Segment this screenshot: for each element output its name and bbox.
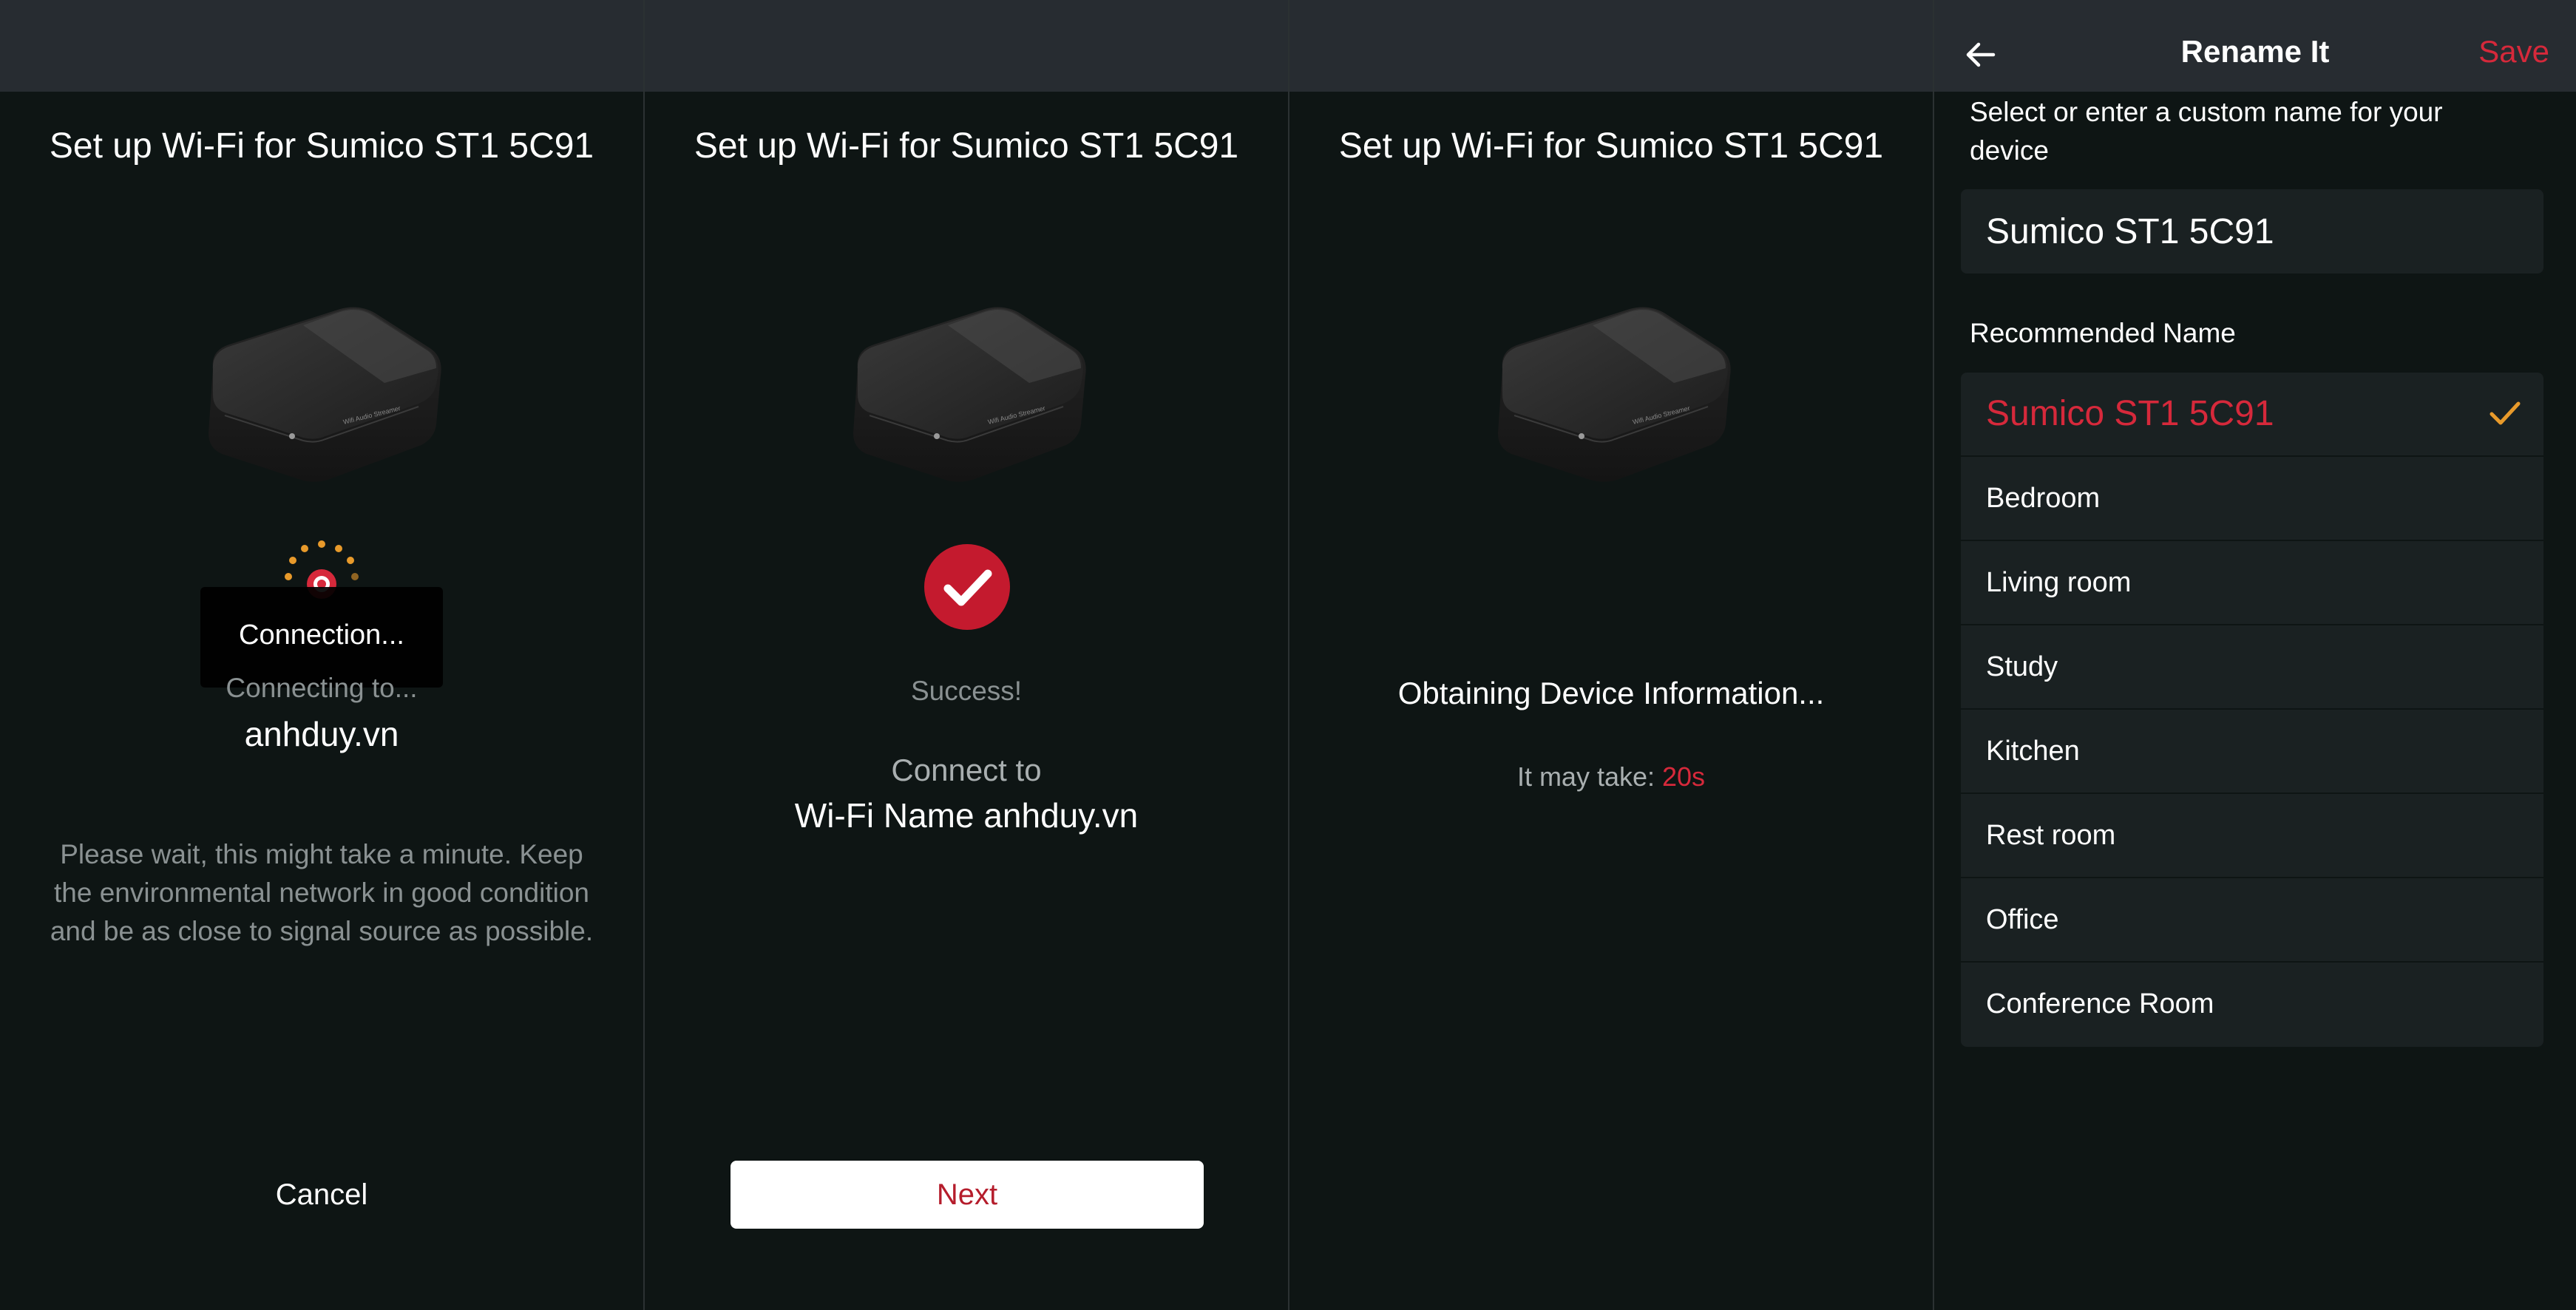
name-field[interactable] bbox=[1961, 189, 2543, 274]
recommended-name-list: Sumico ST1 5C91 Bedroom Living room Study Ki… bbox=[1961, 373, 2543, 1047]
obtaining-status: Obtaining Device Information... bbox=[1397, 676, 1825, 710]
name-option-label: Conference Room bbox=[1986, 988, 2214, 1019]
page-title: Set up Wi-Fi for Sumico ST1 5C91 bbox=[694, 126, 1239, 166]
status-bar bbox=[0, 0, 643, 92]
setup-screen-obtaining: Set up Wi-Fi for Sumico ST1 5C91 Obtaini… bbox=[1289, 0, 1933, 1310]
status-bar bbox=[1289, 0, 1933, 92]
device-image bbox=[837, 279, 1096, 485]
recommended-name-label: Recommended Name bbox=[1970, 318, 2236, 348]
connect-to-label: Connect to bbox=[891, 753, 1042, 787]
name-option-row[interactable]: Sumico ST1 5C91 bbox=[1961, 373, 2543, 457]
page-title: Set up Wi-Fi for Sumico ST1 5C91 bbox=[1338, 126, 1884, 166]
save-button[interactable]: Save bbox=[2478, 34, 2549, 69]
name-option-label: Kitchen bbox=[1986, 736, 2080, 767]
wait-message: Please wait, this might take a minute. K… bbox=[50, 839, 594, 946]
wifi-ssid: anhduy.vn bbox=[244, 715, 399, 753]
name-option-row[interactable]: Bedroom bbox=[1961, 457, 2543, 541]
setup-screen-success: Set up Wi-Fi for Sumico ST1 5C91 Success… bbox=[645, 0, 1288, 1310]
check-circle-icon bbox=[924, 544, 1010, 630]
name-option-row[interactable]: Office bbox=[1961, 878, 2543, 963]
name-option-row[interactable]: Conference Room bbox=[1961, 963, 2543, 1047]
name-option-row[interactable]: Living room bbox=[1961, 541, 2543, 625]
success-label: Success! bbox=[910, 676, 1023, 706]
rename-hint: Select or enter a custom name for your d… bbox=[1970, 97, 2443, 166]
device-image bbox=[1482, 279, 1741, 485]
name-option-label: Sumico ST1 5C91 bbox=[1986, 394, 2274, 433]
name-option-label: Bedroom bbox=[1986, 483, 2101, 514]
name-option-row[interactable]: Study bbox=[1961, 625, 2543, 710]
status-bar bbox=[645, 0, 1288, 92]
time-estimate: It may take: 20s bbox=[1312, 761, 1911, 793]
toast-text: Connection... bbox=[239, 620, 404, 651]
checkmark-icon bbox=[2489, 401, 2521, 425]
name-option-row[interactable]: Rest room bbox=[1961, 794, 2543, 878]
next-button[interactable]: Next bbox=[731, 1161, 1204, 1229]
connecting-label: Connecting to... bbox=[226, 673, 418, 703]
setup-screen-connecting: Set up Wi-Fi for Sumico ST1 5C91 Connect… bbox=[0, 0, 643, 1310]
cancel-button[interactable]: Cancel bbox=[211, 1172, 433, 1217]
time-estimate-value: 20s bbox=[1662, 761, 1706, 792]
name-option-row[interactable]: Kitchen bbox=[1961, 710, 2543, 794]
page-title: Set up Wi-Fi for Sumico ST1 5C91 bbox=[49, 126, 594, 166]
time-estimate-label: It may take: bbox=[1516, 761, 1655, 792]
name-option-label: Office bbox=[1986, 904, 2059, 935]
name-option-label: Living room bbox=[1986, 567, 2132, 598]
name-option-label: Study bbox=[1986, 651, 2058, 682]
wifi-name: Wi-Fi Name anhduy.vn bbox=[794, 796, 1139, 835]
rename-screen: Rename It Save Select or enter a custom … bbox=[1934, 0, 2576, 1310]
device-image bbox=[192, 279, 451, 485]
device-name-input[interactable] bbox=[1961, 189, 2543, 274]
name-option-label: Rest room bbox=[1986, 820, 2116, 851]
